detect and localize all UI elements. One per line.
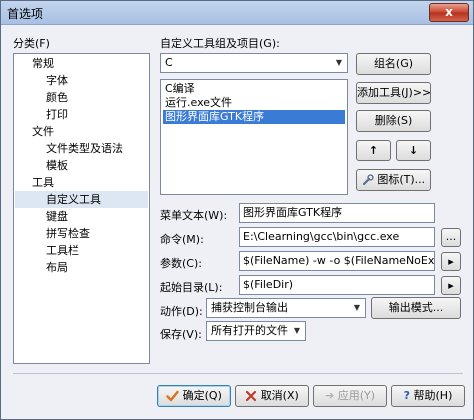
- categories-label: 分类(F): [13, 37, 50, 50]
- tool-item-run-exe[interactable]: 运行.exe文件: [163, 96, 234, 110]
- window-title: 首选项: [7, 7, 44, 21]
- close-icon: [246, 390, 257, 402]
- command-input[interactable]: E:\Clearning\gcc\bin\gcc.exe: [239, 227, 435, 247]
- command-browse-button[interactable]: ...: [441, 228, 461, 247]
- tree-item-tools[interactable]: 工具: [32, 174, 54, 191]
- group-name-button[interactable]: 组名(G): [356, 53, 431, 75]
- tree-item-custom-tools[interactable]: 自定义工具: [15, 191, 148, 208]
- chevron-down-icon: ▼: [335, 58, 343, 67]
- command-label: 命令(M):: [160, 233, 204, 246]
- help-icon: ?: [403, 389, 411, 402]
- tree-item-color[interactable]: 颜色: [46, 89, 68, 106]
- move-down-button[interactable]: ↓: [396, 140, 431, 161]
- start-dir-label: 起始目录(L):: [160, 281, 223, 294]
- tree-item-spellcheck[interactable]: 拼写检查: [46, 225, 90, 242]
- menu-text-label: 菜单文本(W):: [160, 209, 228, 222]
- tool-group-value: C: [165, 56, 173, 69]
- menu-text-input[interactable]: 图形界面库GTK程序: [239, 203, 435, 223]
- chevron-right-icon: ▸: [448, 279, 454, 292]
- tool-group-label: 自定义工具组及项目(G):: [160, 37, 280, 50]
- ok-button[interactable]: 确定(Q): [157, 385, 231, 407]
- chevron-down-icon: ▼: [353, 303, 361, 312]
- footer-separator: [13, 373, 463, 374]
- ok-button-label: 确定(Q): [182, 389, 222, 402]
- action-label: 动作(D):: [160, 305, 203, 318]
- close-button[interactable]: x: [429, 3, 469, 22]
- tree-item-filetypes[interactable]: 文件类型及语法: [46, 140, 123, 157]
- tool-list[interactable]: C编译 运行.exe文件 图形界面库GTK程序: [160, 79, 348, 195]
- start-dir-input[interactable]: $(FileDir): [239, 275, 435, 295]
- delete-button[interactable]: 删除(S): [356, 110, 431, 132]
- tool-group-select[interactable]: C ▼: [160, 53, 348, 73]
- tree-item-templates[interactable]: 模板: [46, 157, 68, 174]
- icon-button-label: 图标(T)...: [377, 173, 426, 186]
- output-mode-button[interactable]: 输出模式...: [371, 297, 461, 319]
- tree-item-print[interactable]: 打印: [46, 106, 68, 123]
- close-icon: x: [445, 5, 453, 19]
- arrow-up-icon: ↑: [368, 144, 379, 157]
- tree-item-toolbar[interactable]: 工具栏: [46, 242, 79, 259]
- help-button-label: 帮助(H): [413, 389, 453, 402]
- chevron-down-icon: ▼: [293, 326, 301, 335]
- tree-item-layout[interactable]: 布局: [46, 259, 68, 276]
- tree-item-keyboard[interactable]: 键盘: [46, 208, 68, 225]
- tree-item-font[interactable]: 字体: [46, 72, 68, 89]
- checkmark-icon: [166, 390, 179, 402]
- action-select[interactable]: 捕获控制台输出 ▼: [206, 298, 366, 318]
- tree-item-file[interactable]: 文件: [32, 123, 54, 140]
- params-input[interactable]: $(FileName) -w -o $(FileNameNoExt).ex: [239, 251, 435, 271]
- save-value: 所有打开的文件: [211, 324, 288, 337]
- start-dir-menu-button[interactable]: ▸: [441, 276, 461, 295]
- save-label: 保存(V):: [160, 328, 202, 341]
- params-label: 参数(C):: [160, 257, 202, 270]
- save-select[interactable]: 所有打开的文件 ▼: [206, 321, 306, 341]
- chevron-right-icon: ▸: [448, 255, 454, 268]
- category-tree[interactable]: 常规 字体 颜色 打印 文件 文件类型及语法 模板 工具 自定义工具 键盘 拼写…: [13, 53, 150, 364]
- title-bar: 首选项 x: [1, 1, 473, 25]
- apply-button-label: 应用(Y): [337, 389, 376, 402]
- tool-item-c-compile[interactable]: C编译: [163, 82, 197, 96]
- tree-item-general[interactable]: 常规: [32, 55, 54, 72]
- move-up-button[interactable]: ↑: [356, 140, 391, 161]
- arrow-down-icon: ↓: [408, 144, 419, 157]
- help-button[interactable]: ? 帮助(H): [391, 385, 465, 407]
- action-value: 捕获控制台输出: [211, 301, 288, 314]
- icon-button[interactable]: 图标(T)...: [356, 169, 431, 191]
- apply-button[interactable]: ➔ 应用(Y): [313, 385, 387, 407]
- wrench-icon: [362, 174, 374, 186]
- arrow-right-icon: ➔: [324, 389, 335, 402]
- preferences-dialog: 首选项 x 分类(F) 常规 字体 颜色 打印 文件 文件类型及语法 模板 工具…: [0, 0, 474, 420]
- cancel-button[interactable]: 取消(X): [235, 385, 309, 407]
- params-menu-button[interactable]: ▸: [441, 252, 461, 271]
- tool-item-gtk[interactable]: 图形界面库GTK程序: [163, 110, 345, 124]
- cancel-button-label: 取消(X): [260, 389, 299, 402]
- add-tool-button[interactable]: 添加工具(J)>>: [356, 82, 431, 104]
